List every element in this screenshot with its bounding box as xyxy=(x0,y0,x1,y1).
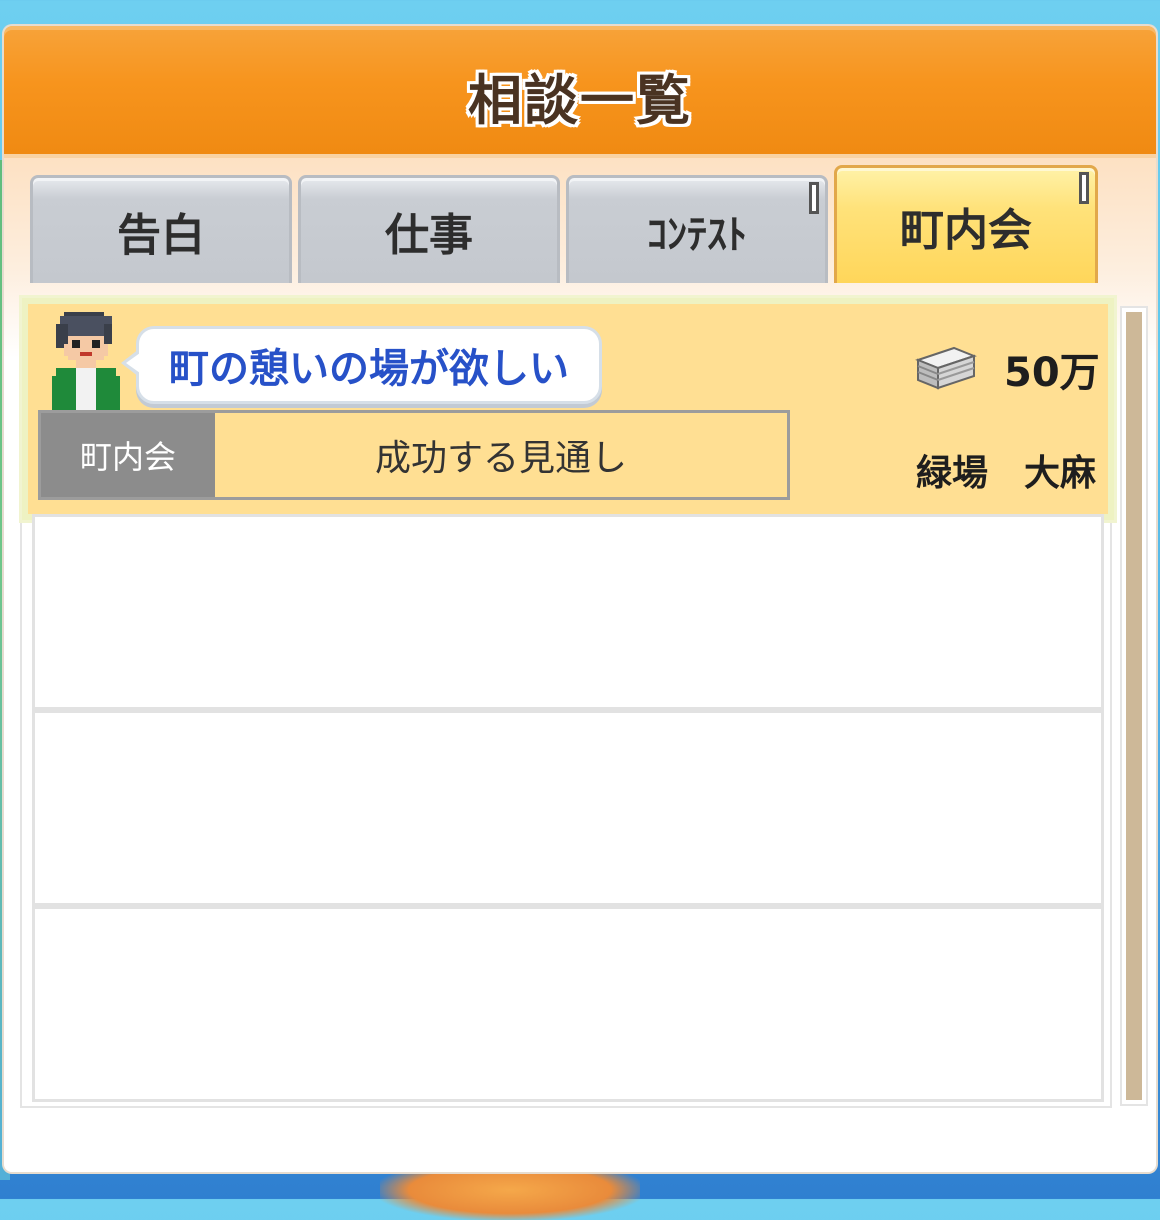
tab-work[interactable]: 仕事 xyxy=(298,175,560,283)
money-stack-icon xyxy=(915,346,977,390)
tab-contest[interactable]: ｺﾝﾃｽﾄ xyxy=(566,175,828,283)
client-name: 緑場 大麻 xyxy=(916,453,1097,494)
list-item[interactable] xyxy=(32,710,1104,906)
title-bar: 相談一覧 xyxy=(4,26,1156,158)
tab-marker-icon xyxy=(1079,172,1089,204)
scrollbar-thumb[interactable] xyxy=(1126,312,1142,1100)
request-text: 町の憩いの場が欲しい xyxy=(169,346,569,392)
tab-neighborhood[interactable]: 町内会 xyxy=(834,165,1098,283)
category-tabs: 告白 仕事 ｺﾝﾃｽﾄ 町内会 xyxy=(24,165,1104,283)
consultation-row[interactable]: 町の憩いの場が欲しい 50万 町内会 成功する見通し 緑場 大麻 xyxy=(22,298,1114,520)
list-item[interactable] xyxy=(32,514,1104,710)
tab-neighborhood-label: 町内会 xyxy=(900,204,1032,256)
list-scrollbar[interactable] xyxy=(1120,306,1148,1106)
consultation-list: 町の憩いの場が欲しい 50万 町内会 成功する見通し 緑場 大麻 xyxy=(20,296,1114,1108)
category-badge: 町内会 xyxy=(41,413,215,497)
request-speech-bubble: 町の憩いの場が欲しい xyxy=(121,326,602,404)
bubble-tail-inner xyxy=(126,353,140,373)
tab-marker-icon xyxy=(809,182,819,214)
success-outlook: 成功する見通し xyxy=(374,438,627,479)
reward-amount: 50万 xyxy=(1004,350,1100,396)
tab-confession[interactable]: 告白 xyxy=(30,175,292,283)
tab-contest-label: ｺﾝﾃｽﾄ xyxy=(647,211,747,258)
list-item[interactable] xyxy=(32,906,1104,1102)
villager-avatar-icon xyxy=(52,312,120,412)
dialog-title: 相談一覧 xyxy=(468,69,692,132)
consultation-info-bar: 町内会 成功する見通し xyxy=(38,410,790,500)
